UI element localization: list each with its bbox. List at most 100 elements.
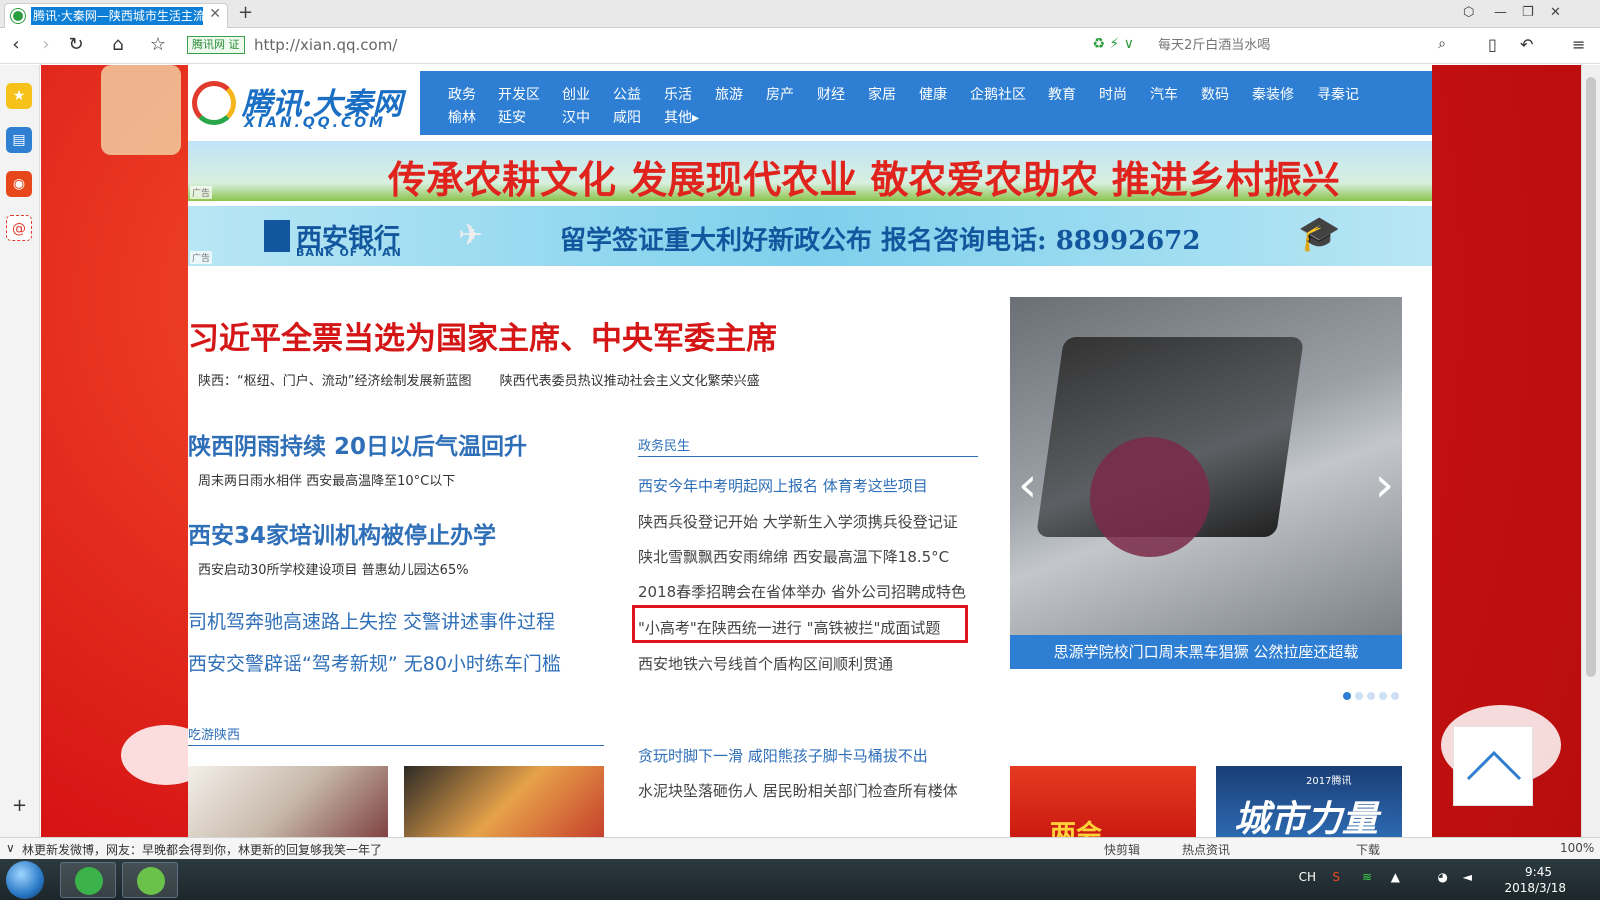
slider-dot[interactable]	[1379, 692, 1387, 700]
address-bar[interactable]: 腾讯网 证 http://xian.qq.com/ ♻ ⚡ ∨	[184, 33, 1144, 59]
section-heading-food[interactable]: 吃游陕西	[188, 724, 240, 743]
lead-story-sub[interactable]: 西安启动30所学校建设项目 普惠幼儿园达65%	[198, 559, 469, 578]
slider-dot[interactable]	[1343, 692, 1351, 700]
news-link[interactable]: 西安地铁六号线首个盾构区间顺利贯通	[638, 653, 893, 674]
site-logo[interactable]: 腾讯·大秦网 XIAN.QQ.COM	[188, 71, 420, 135]
home-icon[interactable]: ⌂	[106, 34, 130, 55]
quick-edit-item[interactable]: 快剪辑	[1104, 841, 1140, 858]
nav-item[interactable]: 教育	[1048, 84, 1076, 104]
search-input[interactable]	[1156, 34, 1418, 56]
nav-item[interactable]: 公益	[613, 84, 641, 104]
back-to-top-button[interactable]	[1453, 726, 1533, 806]
slider-dot[interactable]	[1367, 692, 1375, 700]
nav-item[interactable]: 政务	[448, 84, 476, 104]
lead-story-sub[interactable]: 周末两日雨水相伴 西安最高温降至10°C以下	[198, 470, 455, 489]
news-link[interactable]: 陕北雪飘飘西安雨绵绵 西安最高温下降18.5°C	[638, 546, 949, 567]
hot-news-item[interactable]: 热点资讯	[1182, 841, 1230, 858]
food-thumbnail[interactable]	[404, 766, 604, 837]
mail-icon[interactable]: @	[6, 215, 32, 241]
nav-item[interactable]: 房产	[766, 84, 794, 104]
wifi-icon[interactable]: ≋	[1362, 870, 1372, 884]
taskbar-wechat-app[interactable]	[122, 862, 178, 898]
photo-slider[interactable]: ‹ › 思源学院校门口周末黑车猖獗 公然拉座还超载	[1010, 297, 1402, 669]
news-link[interactable]: 西安今年中考明起网上报名 体育考这些项目	[638, 475, 928, 496]
reload-icon[interactable]: ↻	[64, 34, 88, 55]
nav-item[interactable]: 咸阳	[613, 107, 641, 127]
lead-story-title[interactable]: 西安34家培训机构被停止办学	[188, 516, 496, 550]
back-icon[interactable]: ‹	[4, 34, 28, 55]
undo-close-icon[interactable]: ↶	[1520, 35, 1533, 54]
ad-banner-bank[interactable]: 西安银行 BANK OF XI'AN ✈ 留学签证重大利好新政公布 报名咨询电话…	[188, 206, 1432, 266]
lead-story-title[interactable]: 陕西阴雨持续 20日以后气温回升	[188, 427, 527, 461]
nav-item[interactable]: 乐活	[664, 84, 692, 104]
favorite-star-icon[interactable]: ☆	[146, 34, 170, 55]
download-item[interactable]: 下载	[1356, 841, 1380, 858]
skin-icon[interactable]: ⬡	[1463, 5, 1474, 20]
nav-item[interactable]: 榆林	[448, 107, 476, 127]
ime-icon[interactable]: S	[1332, 870, 1340, 884]
minimize-icon[interactable]: —	[1494, 5, 1507, 20]
verified-site-badge[interactable]: 腾讯网 证	[187, 36, 245, 54]
input-language[interactable]: CH	[1299, 870, 1316, 884]
slider-prev-icon[interactable]: ‹	[1018, 457, 1037, 513]
top-headline[interactable]: 习近平全票当选为国家主席、中央军委主席	[188, 313, 777, 358]
nav-item[interactable]: 延安	[498, 107, 526, 127]
news-link[interactable]: 水泥块坠落砸伤人 居民盼相关部门检查所有楼体	[638, 780, 958, 801]
lead-link[interactable]: 西安交警辟谣“驾考新规” 无80小时练车门槛	[188, 649, 561, 676]
nav-item[interactable]: 时尚	[1099, 84, 1127, 104]
reading-mode-icon[interactable]: ▯	[1488, 35, 1497, 54]
news-link[interactable]: 陕西兵役登记开始 大学新生入学须携兵役登记证	[638, 511, 958, 532]
sublink[interactable]: 陕西：“枢纽、门户、流动”经济绘制发展新蓝图	[198, 374, 471, 389]
close-window-icon[interactable]: ✕	[1550, 5, 1561, 20]
slider-next-icon[interactable]: ›	[1375, 457, 1394, 513]
slider-dot[interactable]	[1391, 692, 1399, 700]
add-sidebar-icon[interactable]: +	[12, 795, 27, 816]
url-text[interactable]: http://xian.qq.com/	[254, 35, 397, 55]
scrollbar-thumb[interactable]	[1586, 77, 1596, 677]
food-thumbnail[interactable]	[188, 766, 388, 837]
qq-icon[interactable]: ◕	[1438, 870, 1448, 884]
search-box[interactable]: ⌕	[1152, 33, 1452, 59]
section-heading-politics[interactable]: 政务民生	[638, 435, 690, 454]
ad-banner-agriculture[interactable]: 传承农耕文化 发展现代农业 敬农爱农助农 推进乡村振兴 广告	[188, 141, 1432, 202]
nav-item[interactable]: 创业	[562, 84, 590, 104]
restore-icon[interactable]: ❐	[1522, 5, 1534, 20]
favorites-icon[interactable]: ★	[6, 83, 32, 109]
nav-item[interactable]: 汉中	[562, 107, 590, 127]
city-power-thumbnail[interactable]: 2017腾讯 城市力量	[1216, 766, 1402, 837]
nav-item[interactable]: 开发区	[498, 84, 540, 104]
menu-icon[interactable]: ≡	[1572, 35, 1585, 54]
news-ticker[interactable]: 林更新发微博，网友：早晚都会得到你，林更新的回复够我笑一年了	[22, 841, 382, 858]
news-link[interactable]: 贪玩时脚下一滑 咸阳熊孩子脚卡马桶拔不出	[638, 745, 928, 766]
two-sessions-thumbnail[interactable]: 两会	[1010, 766, 1196, 837]
close-tab-icon[interactable]: ✕	[209, 6, 221, 22]
speed-mode-icon[interactable]: ♻ ⚡ ∨	[1092, 36, 1134, 52]
tray-expand-icon[interactable]: ▲	[1391, 870, 1400, 884]
search-icon[interactable]: ⌕	[1438, 36, 1446, 52]
nav-item[interactable]: 旅游	[715, 84, 743, 104]
forward-icon[interactable]: ›	[34, 34, 58, 55]
nav-item[interactable]: 寻秦记	[1317, 84, 1359, 104]
nav-item[interactable]: 秦装修	[1252, 84, 1294, 104]
nav-item[interactable]: 汽车	[1150, 84, 1178, 104]
lead-link[interactable]: 司机驾奔驰高速路上失控 交警讲述事件过程	[188, 607, 555, 634]
new-tab-button[interactable]: +	[238, 2, 253, 23]
clock-date[interactable]: 2018/3/18	[1504, 881, 1566, 895]
zoom-level[interactable]: 100%	[1560, 841, 1594, 855]
nav-item[interactable]: 健康	[919, 84, 947, 104]
nav-item[interactable]: 家居	[868, 84, 896, 104]
clock-time[interactable]: 9:45	[1525, 865, 1552, 879]
sublink[interactable]: 陕西代表委员热议推动社会主义文化繁荣兴盛	[500, 374, 760, 389]
weibo-icon[interactable]: ◉	[6, 171, 32, 197]
news-icon[interactable]: ▤	[6, 127, 32, 153]
nav-item[interactable]: 其他▸	[664, 107, 699, 127]
page-scrollbar[interactable]	[1581, 65, 1600, 837]
nav-item[interactable]: 企鹅社区	[970, 84, 1026, 104]
chevron-down-icon[interactable]: ∨	[6, 841, 15, 855]
news-link[interactable]: 2018春季招聘会在省体举办 省外公司招聘成特色	[638, 581, 966, 602]
slider-caption[interactable]: 思源学院校门口周末黑车猖獗 公然拉座还超载	[1010, 635, 1402, 669]
nav-item[interactable]: 财经	[817, 84, 845, 104]
nav-item[interactable]: 数码	[1201, 84, 1229, 104]
taskbar-browser-app[interactable]	[60, 862, 116, 898]
volume-icon[interactable]: ◄	[1463, 870, 1472, 884]
